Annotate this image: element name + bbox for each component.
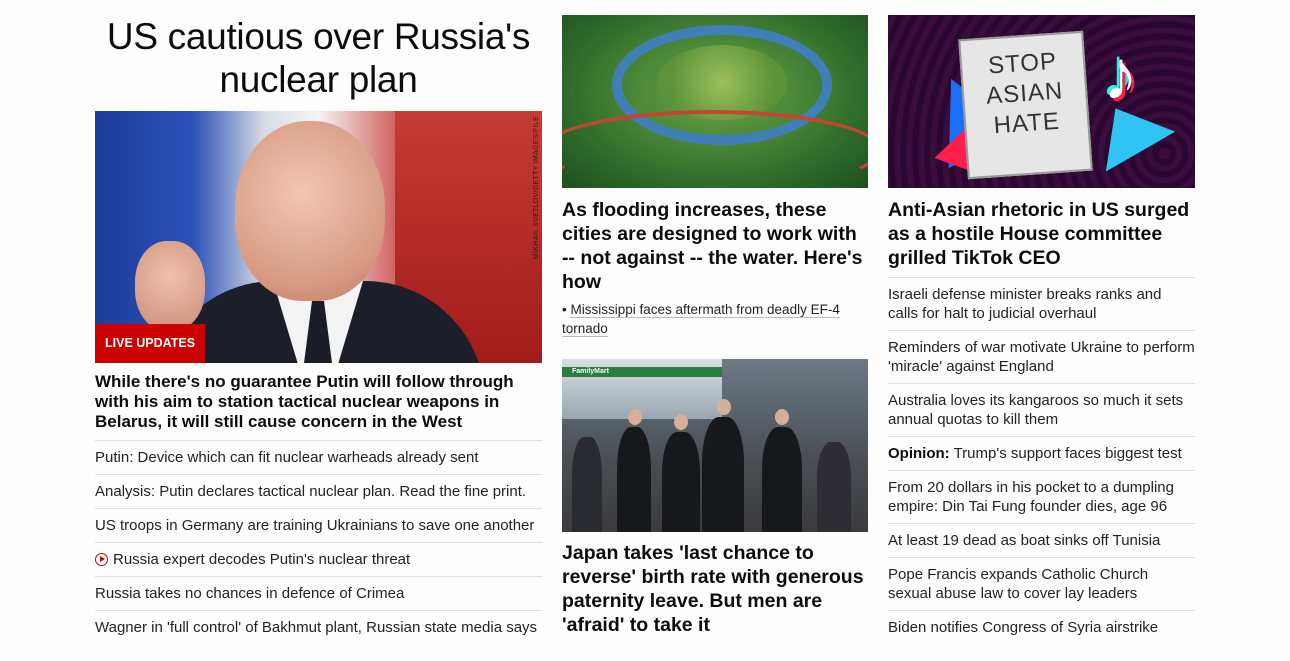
lead-summary[interactable]: While there's no guarantee Putin will fo… bbox=[95, 372, 542, 432]
related-link[interactable]: US troops in Germany are training Ukrain… bbox=[95, 508, 542, 542]
photo-store-sign: FamilyMart bbox=[562, 367, 722, 377]
middle-column: As flooding increases, these cities are … bbox=[562, 15, 868, 643]
related-link[interactable]: Wagner in 'full control' of Bakhmut plan… bbox=[95, 610, 542, 644]
story-link-label: Australia loves its kangaroos so much it… bbox=[888, 392, 1184, 428]
story-link-label: Biden notifies Congress of Syria airstri… bbox=[888, 619, 1159, 636]
story-link-label: Trump's support faces biggest test bbox=[953, 445, 1182, 462]
flooding-headline[interactable]: As flooding increases, these cities are … bbox=[562, 198, 868, 294]
image-credit: MIKHAIL SVETLOV/GETTY IMAGES/FILE bbox=[533, 116, 540, 259]
related-link-label: Russia takes no chances in defence of Cr… bbox=[95, 585, 405, 602]
photo-person bbox=[817, 442, 851, 532]
photo-figure-head bbox=[235, 121, 385, 301]
japan-street-photo[interactable]: FamilyMart bbox=[562, 359, 868, 532]
related-link[interactable]: Russia takes no chances in defence of Cr… bbox=[95, 576, 542, 610]
store-sign-text: FamilyMart bbox=[572, 368, 609, 375]
story-link[interactable]: Biden notifies Congress of Syria airstri… bbox=[888, 610, 1195, 644]
photo-person bbox=[617, 427, 651, 532]
flood-city-photo[interactable] bbox=[562, 15, 868, 188]
photo-person bbox=[702, 417, 744, 532]
tiktok-headline[interactable]: Anti-Asian rhetoric in US surged as a ho… bbox=[888, 198, 1195, 270]
right-column: STOP ASIAN HATE ♪ Anti-Asian rhetoric in… bbox=[888, 15, 1195, 644]
related-link[interactable]: Putin: Device which can fit nuclear warh… bbox=[95, 440, 542, 474]
related-links-list: Putin: Device which can fit nuclear warh… bbox=[95, 440, 542, 644]
related-link-label: Analysis: Putin declares tactical nuclea… bbox=[95, 483, 527, 500]
related-link[interactable]: Analysis: Putin declares tactical nuclea… bbox=[95, 474, 542, 508]
related-video-link[interactable]: Russia expert decodes Putin's nuclear th… bbox=[95, 542, 542, 576]
story-link-label: Pope Francis expands Catholic Church sex… bbox=[888, 566, 1149, 602]
story-link[interactable]: From 20 dollars in his pocket to a dumpl… bbox=[888, 470, 1195, 523]
related-link-label: US troops in Germany are training Ukrain… bbox=[95, 517, 535, 534]
main-headline[interactable]: US cautious over Russia's nuclear plan bbox=[95, 15, 542, 101]
japan-headline[interactable]: Japan takes 'last chance to reverse' bir… bbox=[562, 541, 868, 637]
top-stories-list: Israeli defense minister breaks ranks an… bbox=[888, 277, 1195, 644]
story-link[interactable]: Pope Francis expands Catholic Church sex… bbox=[888, 557, 1195, 610]
tiktok-logo-icon: ♪ bbox=[1103, 36, 1138, 114]
live-updates-badge[interactable]: LIVE UPDATES bbox=[95, 324, 206, 363]
photo-face bbox=[674, 414, 688, 430]
story-link-label: At least 19 dead as boat sinks off Tunis… bbox=[888, 532, 1161, 549]
putin-photo[interactable]: MIKHAIL SVETLOV/GETTY IMAGES/FILE LIVE U… bbox=[95, 111, 542, 363]
related-link-label: Wagner in 'full control' of Bakhmut plan… bbox=[95, 619, 538, 636]
story-link-label: Reminders of war motivate Ukraine to per… bbox=[888, 339, 1195, 375]
photo-person bbox=[662, 432, 700, 532]
story-link-label: Israeli defense minister breaks ranks an… bbox=[888, 286, 1162, 322]
photo-face bbox=[775, 409, 789, 425]
flooding-related-link[interactable]: • Mississippi faces aftermath from deadl… bbox=[562, 300, 868, 338]
photo-face bbox=[628, 409, 642, 425]
photo-path bbox=[562, 110, 868, 188]
related-link-label: Mississippi faces aftermath from deadly … bbox=[562, 302, 840, 337]
story-link[interactable]: Reminders of war motivate Ukraine to per… bbox=[888, 330, 1195, 383]
related-link-label: Putin: Device which can fit nuclear warh… bbox=[95, 449, 479, 466]
photo-island bbox=[657, 45, 787, 120]
story-link-label: From 20 dollars in his pocket to a dumpl… bbox=[888, 479, 1174, 515]
opinion-label: Opinion: bbox=[888, 445, 950, 462]
photo-face bbox=[717, 399, 731, 415]
story-link[interactable]: At least 19 dead as boat sinks off Tunis… bbox=[888, 523, 1195, 557]
play-icon bbox=[95, 553, 108, 566]
main-story-column: US cautious over Russia's nuclear plan M… bbox=[95, 15, 542, 644]
story-link[interactable]: Australia loves its kangaroos so much it… bbox=[888, 383, 1195, 436]
story-link[interactable]: Israeli defense minister breaks ranks an… bbox=[888, 277, 1195, 330]
photo-figure-hand bbox=[135, 241, 205, 331]
photo-person bbox=[762, 427, 802, 532]
protest-sign: STOP ASIAN HATE bbox=[958, 30, 1093, 180]
photo-person bbox=[572, 437, 602, 532]
opinion-link[interactable]: Opinion: Trump's support faces biggest t… bbox=[888, 436, 1195, 470]
related-link-label: Russia expert decodes Putin's nuclear th… bbox=[113, 551, 411, 568]
stop-asian-hate-photo[interactable]: STOP ASIAN HATE ♪ bbox=[888, 15, 1195, 188]
